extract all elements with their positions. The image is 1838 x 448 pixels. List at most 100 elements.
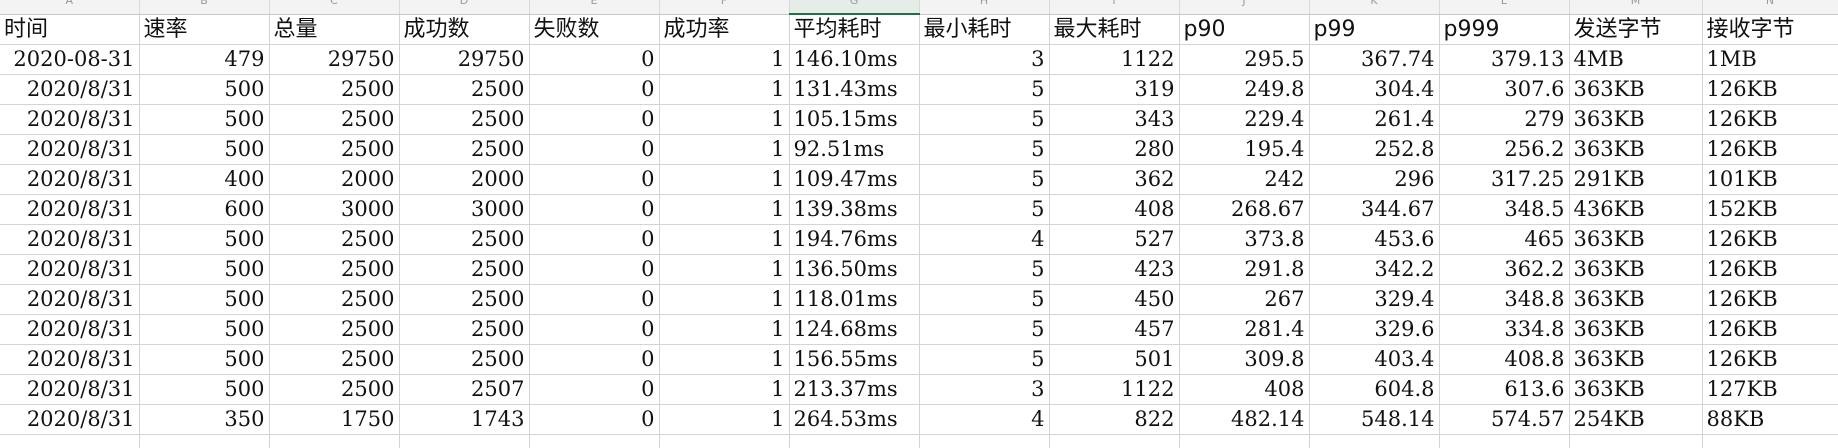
header-cell[interactable]: 失败数 [529, 14, 660, 45]
data-cell[interactable]: 1 [659, 374, 790, 405]
data-cell[interactable]: 2500 [399, 314, 530, 345]
data-cell[interactable]: 0 [529, 374, 660, 405]
data-cell[interactable]: 1 [659, 224, 790, 255]
data-cell[interactable]: 127KB [1702, 374, 1838, 405]
column-letter-7[interactable]: H [919, 0, 1050, 15]
data-cell[interactable]: 1 [659, 44, 790, 75]
header-cell[interactable]: 成功率 [659, 14, 790, 45]
data-cell[interactable]: 500 [139, 224, 270, 255]
data-cell[interactable]: 574.57 [1439, 404, 1570, 435]
data-cell[interactable]: 2020/8/31 [0, 164, 140, 195]
data-cell[interactable]: 118.01ms [789, 284, 920, 315]
data-cell[interactable]: 280 [1049, 134, 1180, 165]
data-cell[interactable]: 2500 [269, 74, 400, 105]
data-cell[interactable]: 334.8 [1439, 314, 1570, 345]
data-cell[interactable]: 29750 [399, 44, 530, 75]
data-cell[interactable]: 423 [1049, 254, 1180, 285]
data-cell[interactable]: 600 [139, 194, 270, 225]
data-cell[interactable]: 2000 [269, 164, 400, 195]
data-cell[interactable]: 2500 [399, 254, 530, 285]
column-letter-6[interactable]: G [789, 0, 920, 15]
data-cell[interactable]: 362.2 [1439, 254, 1570, 285]
data-cell[interactable]: 267 [1179, 284, 1310, 315]
data-cell[interactable]: 465 [1439, 224, 1570, 255]
data-cell[interactable]: 1 [659, 74, 790, 105]
column-letter-9[interactable]: J [1179, 0, 1310, 15]
data-cell[interactable]: 500 [139, 374, 270, 405]
data-cell[interactable]: 4MB [1569, 44, 1703, 75]
column-letter-13[interactable]: N [1702, 0, 1838, 15]
data-cell[interactable]: 109.47ms [789, 164, 920, 195]
data-cell[interactable]: 367.74 [1309, 44, 1440, 75]
data-cell[interactable]: 156.55ms [789, 344, 920, 375]
data-cell[interactable]: 5 [919, 74, 1050, 105]
data-cell[interactable]: 3000 [269, 194, 400, 225]
data-cell[interactable]: 1 [659, 314, 790, 345]
data-cell[interactable]: 363KB [1569, 374, 1703, 405]
data-cell[interactable]: 363KB [1569, 104, 1703, 135]
data-cell[interactable]: 403.4 [1309, 344, 1440, 375]
data-cell[interactable]: 2020/8/31 [0, 404, 140, 435]
data-cell[interactable]: 252.8 [1309, 134, 1440, 165]
data-cell[interactable]: 2020/8/31 [0, 104, 140, 135]
data-cell[interactable]: 2500 [399, 344, 530, 375]
data-cell[interactable]: 0 [529, 134, 660, 165]
data-cell[interactable]: 5 [919, 254, 1050, 285]
data-cell[interactable]: 0 [529, 194, 660, 225]
data-cell[interactable]: 408 [1179, 374, 1310, 405]
data-cell[interactable]: 146.10ms [789, 44, 920, 75]
empty-cell[interactable] [1049, 434, 1180, 448]
data-cell[interactable]: 363KB [1569, 344, 1703, 375]
data-cell[interactable]: 3 [919, 374, 1050, 405]
data-cell[interactable]: 136.50ms [789, 254, 920, 285]
data-cell[interactable]: 101KB [1702, 164, 1838, 195]
data-cell[interactable]: 2500 [399, 284, 530, 315]
data-cell[interactable]: 3000 [399, 194, 530, 225]
header-cell[interactable]: 最小耗时 [919, 14, 1050, 45]
data-cell[interactable]: 126KB [1702, 74, 1838, 105]
data-cell[interactable]: 3 [919, 44, 1050, 75]
empty-cell[interactable] [1439, 434, 1570, 448]
data-cell[interactable]: 1 [659, 194, 790, 225]
data-cell[interactable]: 88KB [1702, 404, 1838, 435]
data-cell[interactable]: 329.4 [1309, 284, 1440, 315]
data-cell[interactable]: 348.5 [1439, 194, 1570, 225]
column-letter-3[interactable]: D [399, 0, 530, 15]
data-cell[interactable]: 1122 [1049, 374, 1180, 405]
data-cell[interactable]: 342.2 [1309, 254, 1440, 285]
data-cell[interactable]: 2500 [269, 374, 400, 405]
header-cell[interactable]: 最大耗时 [1049, 14, 1180, 45]
column-letter-8[interactable]: I [1049, 0, 1180, 15]
data-cell[interactable]: 5 [919, 344, 1050, 375]
data-cell[interactable]: 317.25 [1439, 164, 1570, 195]
data-cell[interactable]: 457 [1049, 314, 1180, 345]
data-cell[interactable]: 2020/8/31 [0, 314, 140, 345]
data-cell[interactable]: 373.8 [1179, 224, 1310, 255]
data-cell[interactable]: 126KB [1702, 224, 1838, 255]
data-cell[interactable]: 1 [659, 344, 790, 375]
data-cell[interactable]: 261.4 [1309, 104, 1440, 135]
data-cell[interactable]: 0 [529, 104, 660, 135]
data-cell[interactable]: 309.8 [1179, 344, 1310, 375]
empty-cell[interactable] [399, 434, 530, 448]
data-cell[interactable]: 1MB [1702, 44, 1838, 75]
data-cell[interactable]: 1750 [269, 404, 400, 435]
data-cell[interactable]: 126KB [1702, 134, 1838, 165]
data-cell[interactable]: 500 [139, 254, 270, 285]
data-cell[interactable]: 4 [919, 404, 1050, 435]
data-cell[interactable]: 1 [659, 254, 790, 285]
data-cell[interactable]: 2020/8/31 [0, 194, 140, 225]
header-cell[interactable]: 成功数 [399, 14, 530, 45]
data-cell[interactable]: 194.76ms [789, 224, 920, 255]
data-cell[interactable]: 362 [1049, 164, 1180, 195]
data-cell[interactable]: 249.8 [1179, 74, 1310, 105]
data-cell[interactable]: 152KB [1702, 194, 1838, 225]
data-cell[interactable]: 213.37ms [789, 374, 920, 405]
column-letter-2[interactable]: C [269, 0, 400, 15]
data-cell[interactable]: 126KB [1702, 344, 1838, 375]
data-cell[interactable]: 2020/8/31 [0, 284, 140, 315]
data-cell[interactable]: 1 [659, 284, 790, 315]
data-cell[interactable]: 105.15ms [789, 104, 920, 135]
column-letter-0[interactable]: A [0, 0, 140, 15]
data-cell[interactable]: 0 [529, 284, 660, 315]
